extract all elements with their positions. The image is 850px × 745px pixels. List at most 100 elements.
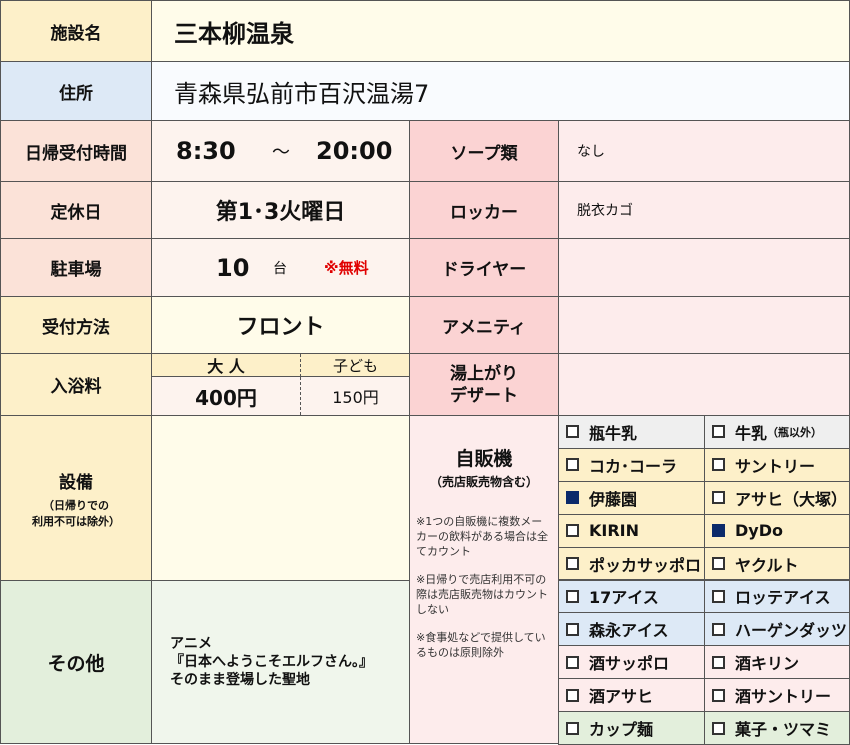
fee-child-price: 150円 — [300, 377, 409, 415]
vending-item[interactable]: 17アイス — [558, 579, 705, 614]
other-value: アニメ 『日本へようこそエルフさん。』 そのまま登場した聖地 — [151, 580, 410, 744]
vending-item-label: ポッカサッポロ — [589, 555, 702, 575]
facility-label: 施設名 — [0, 0, 152, 62]
vending-item[interactable]: DyDo — [704, 513, 850, 548]
checkbox-checked-icon[interactable] — [566, 491, 579, 505]
hours-value: 8:30 ～ 20:00 — [151, 120, 410, 182]
vending-item[interactable]: 酒キリン — [704, 645, 850, 680]
checkbox-icon[interactable] — [712, 458, 725, 472]
checkbox-icon[interactable] — [566, 721, 579, 735]
amenity-label: アメニティ — [409, 296, 559, 354]
checkbox-icon[interactable] — [712, 721, 725, 735]
vending-item-label: コカ･コーラ — [589, 456, 678, 476]
dessert-value — [558, 353, 850, 416]
hours-separator: ～ — [272, 142, 290, 163]
checkbox-icon[interactable] — [712, 557, 725, 571]
checkbox-icon[interactable] — [566, 557, 579, 571]
checkbox-icon[interactable] — [566, 688, 579, 702]
vending-item-label: ロッテアイス — [735, 588, 831, 608]
vending-item[interactable]: アサヒ（大塚） — [704, 480, 850, 515]
vending-item[interactable]: 牛乳 （瓶以外） — [704, 415, 850, 449]
vending-subtitle: （売店販売物含む） — [429, 475, 538, 489]
vending-item-label: 牛乳 — [735, 423, 768, 443]
checkbox-icon[interactable] — [712, 688, 725, 702]
checkbox-icon[interactable] — [566, 622, 579, 636]
vending-item-label: カップ麺 — [589, 720, 654, 740]
vending-item[interactable]: コカ･コーラ — [558, 447, 705, 482]
vending-note-2: ※日帰りで売店利用不可の際は売店販売物はカウントしない — [416, 573, 548, 616]
vending-item[interactable]: ポッカサッポロ — [558, 546, 705, 581]
vending-item-label: アサヒ（大塚） — [735, 489, 848, 509]
dessert-label-line2: デザート — [450, 385, 518, 406]
address-value: 青森県弘前市百沢温湯7 — [151, 61, 850, 121]
hours-open: 8:30 — [176, 137, 236, 165]
facility-name: 三本柳温泉 — [151, 0, 850, 62]
fee-table: 大 人 子ども 400円 150円 — [151, 353, 410, 416]
fee-child-header: 子ども — [300, 354, 409, 377]
checkbox-icon[interactable] — [712, 589, 725, 603]
vending-item[interactable]: サントリー — [704, 447, 850, 482]
dessert-label-line1: 湯上がり — [450, 363, 518, 384]
vending-item-label: ハーゲンダッツ — [735, 621, 848, 641]
vending-item[interactable]: 酒アサヒ — [558, 678, 705, 713]
fee-adult-header: 大 人 — [152, 354, 300, 377]
checkbox-icon[interactable] — [566, 458, 579, 472]
vending-item[interactable]: KIRIN — [558, 513, 705, 548]
vending-item[interactable]: 酒サッポロ — [558, 645, 705, 680]
other-label: その他 — [0, 580, 152, 744]
hours-label: 日帰受付時間 — [0, 120, 152, 182]
fee-adult-price: 400円 — [195, 385, 257, 410]
vending-item[interactable]: 瓶牛乳 — [558, 415, 705, 449]
vending-note-3: ※食事処などで提供しているものは原則除外 — [416, 631, 546, 659]
other-line3: そのまま登場した聖地 — [170, 672, 310, 688]
parking-note: ※無料 — [324, 259, 369, 277]
vending-item[interactable]: 森永アイス — [558, 612, 705, 647]
vending-item-label: 瓶牛乳 — [589, 423, 638, 443]
other-line1: アニメ — [170, 636, 212, 652]
vending-panel: 自販機 （売店販売物含む） ※1つの自販機に複数メーカーの飲料がある場合は全てカ… — [409, 415, 559, 744]
vending-item-label: 酒サントリー — [735, 687, 832, 707]
checkbox-checked-icon[interactable] — [712, 524, 725, 538]
vending-note-1: ※1つの自販機に複数メーカーの飲料がある場合は全てカウント — [416, 515, 548, 558]
vending-item[interactable]: 酒サントリー — [704, 678, 850, 713]
parking-value: 10 台 ※無料 — [151, 238, 410, 297]
fee-label: 入浴料 — [0, 353, 152, 416]
dryer-label: ドライヤー — [409, 238, 559, 297]
checkbox-icon[interactable] — [566, 589, 579, 603]
vending-item[interactable]: ヤクルト — [704, 546, 850, 581]
vending-item[interactable]: カップ麺 — [558, 711, 705, 745]
dessert-label: 湯上がり デザート — [409, 353, 559, 416]
parking-label: 駐車場 — [0, 238, 152, 297]
checkbox-icon[interactable] — [712, 655, 725, 669]
checkbox-icon[interactable] — [712, 622, 725, 636]
vending-item-label: ヤクルト — [735, 555, 799, 575]
amenity-value — [558, 296, 850, 354]
vending-item-label: 菓子・ツマミ — [735, 720, 832, 740]
equipment-sub2: 利用不可は除外） — [32, 514, 120, 528]
checkbox-icon[interactable] — [712, 425, 725, 439]
vending-item[interactable]: ロッテアイス — [704, 579, 850, 614]
parking-unit: 台 — [273, 260, 287, 277]
vending-item-label: DyDo — [735, 521, 783, 541]
address-label: 住所 — [0, 61, 152, 121]
soap-label: ソープ類 — [409, 120, 559, 182]
vending-item-label: 酒サッポロ — [589, 654, 670, 674]
hours-close: 20:00 — [316, 137, 393, 165]
vending-item-label: 森永アイス — [589, 621, 669, 641]
equipment-title: 設備 — [59, 472, 93, 493]
checkbox-icon[interactable] — [566, 425, 579, 439]
locker-label: ロッカー — [409, 181, 559, 239]
vending-item-label: 酒アサヒ — [589, 687, 654, 707]
reception-value: フロント — [151, 296, 410, 354]
vending-item[interactable]: 菓子・ツマミ — [704, 711, 850, 745]
checkbox-icon[interactable] — [566, 655, 579, 669]
checkbox-icon[interactable] — [712, 491, 725, 505]
closed-value: 第1･3火曜日 — [151, 181, 410, 239]
vending-title: 自販機 — [455, 448, 513, 470]
vending-item[interactable]: 伊藤園 — [558, 480, 705, 515]
locker-value: 脱衣カゴ — [558, 181, 850, 239]
vending-item-label: 伊藤園 — [589, 489, 638, 509]
vending-item-label: 17アイス — [589, 588, 659, 608]
vending-item[interactable]: ハーゲンダッツ — [704, 612, 850, 647]
checkbox-icon[interactable] — [566, 524, 579, 538]
